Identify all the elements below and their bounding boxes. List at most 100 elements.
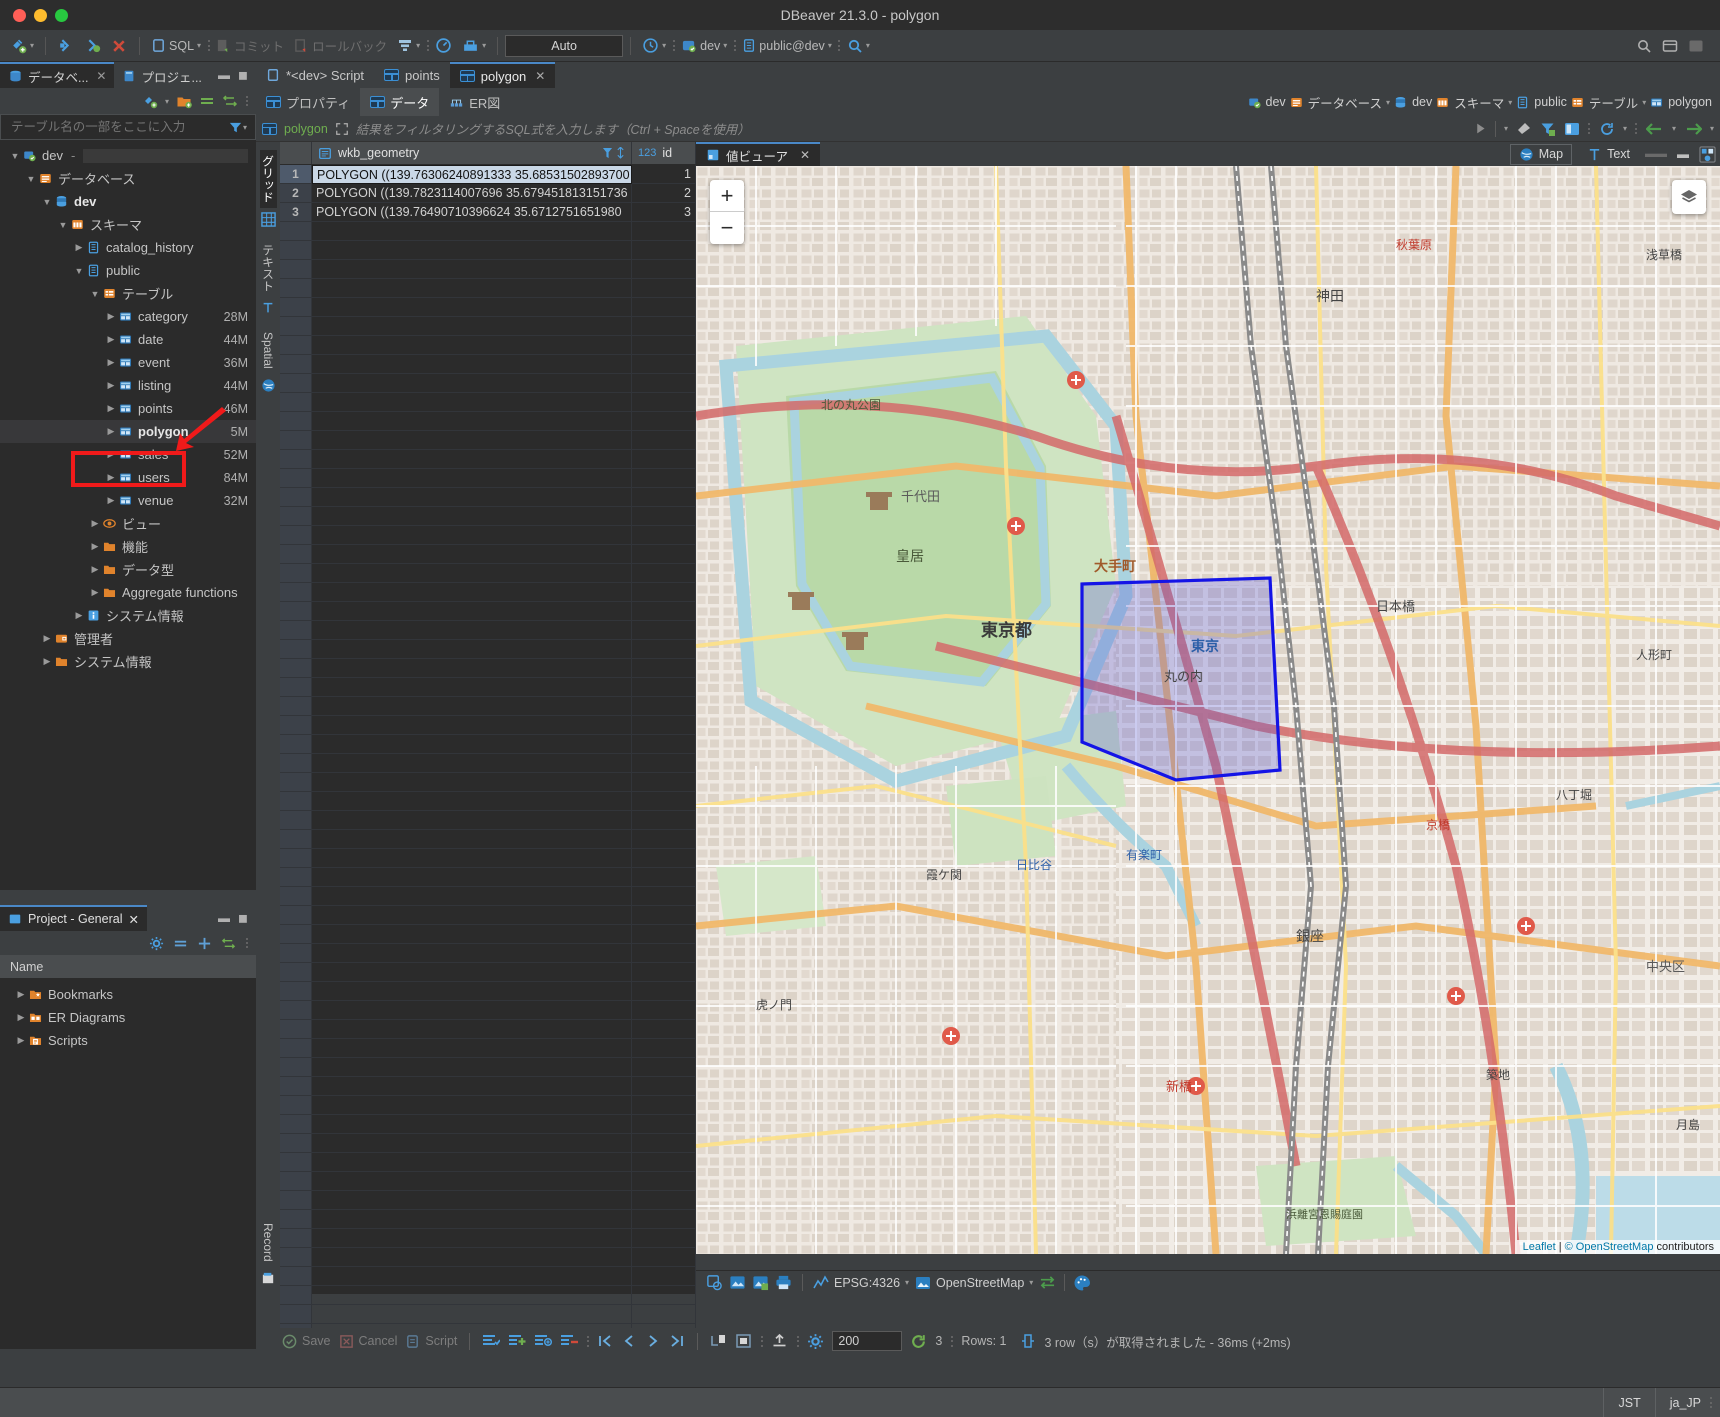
chevron-down-icon[interactable]: ▾: [30, 41, 34, 50]
breadcrumb-item-public[interactable]: public: [1515, 95, 1567, 109]
panel-layout-icon[interactable]: [1699, 145, 1716, 163]
grid-column-id[interactable]: 123 id: [632, 142, 696, 164]
search-button[interactable]: ▾: [843, 34, 874, 58]
first-page-icon[interactable]: [597, 1333, 613, 1349]
tree-item-category[interactable]: ▶ category 28M: [0, 305, 256, 328]
link-editor-icon[interactable]: [221, 936, 236, 951]
tab-points[interactable]: points: [374, 62, 450, 88]
chevron-down-icon[interactable]: ▾: [1642, 98, 1646, 107]
tree-item-event[interactable]: ▶ event 36M: [0, 351, 256, 374]
tab-polygon[interactable]: polygon ✕: [449, 62, 556, 88]
chevron-right-icon[interactable]: ▶: [104, 357, 118, 368]
expand-filter-icon[interactable]: [335, 122, 349, 136]
status-timezone[interactable]: JST: [1603, 1387, 1654, 1417]
chevron-down-icon[interactable]: ▼: [24, 174, 38, 184]
attribution-osm-link[interactable]: © OpenStreetMap: [1565, 1241, 1654, 1253]
chevron-down-icon[interactable]: ▼: [88, 289, 102, 299]
gear-icon[interactable]: [149, 936, 164, 951]
tree-item--[interactable]: ▶ 管理者: [0, 627, 256, 650]
chevron-down-icon[interactable]: ▾: [1504, 124, 1508, 133]
tab-project-general[interactable]: Project - General ✕: [0, 905, 147, 931]
chevron-down-icon[interactable]: ▾: [828, 41, 832, 50]
new-folder-icon[interactable]: [176, 93, 192, 109]
copy-image-icon[interactable]: [706, 1274, 723, 1291]
tree-item-dev[interactable]: ▼ dev: [0, 190, 256, 213]
breadcrumb-item-dev[interactable]: dev: [1247, 95, 1286, 109]
chevron-down-icon[interactable]: ▾: [1029, 1278, 1033, 1287]
tree-item-venue[interactable]: ▶ venue 32M: [0, 489, 256, 512]
tree-item--[interactable]: ▶ 機能: [0, 535, 256, 558]
close-icon[interactable]: ✕: [800, 148, 810, 162]
table-row[interactable]: 1 POLYGON ((139.76306240891333 35.6853150…: [280, 165, 696, 184]
chevron-right-icon[interactable]: ▶: [88, 541, 102, 552]
last-page-icon[interactable]: [669, 1333, 685, 1349]
close-icon[interactable]: ✕: [535, 69, 545, 83]
status-resize-handle[interactable]: [1709, 1388, 1720, 1417]
eraser-icon[interactable]: [1516, 121, 1532, 137]
filter-icon[interactable]: [228, 120, 243, 135]
previous-page-icon[interactable]: [621, 1333, 637, 1349]
save-button[interactable]: Save: [282, 1334, 331, 1349]
auto-commit-selector[interactable]: Auto: [505, 34, 624, 57]
presentation-tab-grid[interactable]: グリッド: [259, 150, 277, 208]
project-item-bookmarks[interactable]: ▶ Bookmarks: [0, 983, 256, 1006]
perspective-db-icon[interactable]: [1662, 38, 1678, 54]
filter-save-icon[interactable]: [1540, 121, 1556, 137]
status-locale[interactable]: ja_JP: [1654, 1387, 1709, 1417]
arrow-left-icon[interactable]: [1645, 122, 1664, 136]
chevron-right-icon[interactable]: ▶: [14, 1035, 28, 1046]
tree-item-catalog_history[interactable]: ▶ catalog_history: [0, 236, 256, 259]
tree-item--[interactable]: ▶ ビュー: [0, 512, 256, 535]
tree-item--[interactable]: ▼ スキーマ: [0, 213, 256, 236]
fetch-size-input[interactable]: 200: [832, 1331, 903, 1351]
chevron-right-icon[interactable]: ▶: [104, 495, 118, 506]
grid-column-sort-icons[interactable]: [602, 146, 625, 160]
cell-wkb-geometry[interactable]: POLYGON ((139.76490710396624 35.67127516…: [312, 203, 632, 222]
tree-item--[interactable]: ▼ テーブル: [0, 282, 256, 305]
tree-item-date[interactable]: ▶ date 44M: [0, 328, 256, 351]
row-number[interactable]: 1: [280, 165, 312, 184]
tree-item-aggregate-functions[interactable]: ▶ Aggregate functions: [0, 581, 256, 604]
refresh-icon[interactable]: [910, 1333, 927, 1350]
tree-item-users[interactable]: ▶ users 84M: [0, 466, 256, 489]
maximize-icon[interactable]: ◼: [238, 68, 248, 82]
disconnect-button[interactable]: [107, 34, 132, 58]
palette-icon[interactable]: [1073, 1274, 1091, 1292]
tab-database-navigator[interactable]: データベ... ✕: [0, 62, 115, 88]
tab-projects[interactable]: プロジェ...: [114, 62, 210, 88]
link-editor-icon[interactable]: [222, 93, 238, 109]
active-schema-selector[interactable]: public@dev ▾: [738, 34, 836, 58]
new-connection-icon[interactable]: [142, 93, 158, 109]
filter-input-placeholder[interactable]: 結果をフィルタリングするSQL式を入力します（Ctrl + Spaceを使用）: [356, 119, 750, 138]
attribution-leaflet-link[interactable]: Leaflet: [1523, 1241, 1556, 1253]
subtab-properties[interactable]: プロパティ: [256, 88, 360, 116]
chevron-down-icon[interactable]: ▾: [1672, 124, 1676, 133]
chevron-right-icon[interactable]: ▶: [104, 449, 118, 460]
fetch-all-icon[interactable]: [735, 1333, 752, 1349]
refresh-connection-button[interactable]: [80, 34, 105, 58]
presentation-tab-spatial[interactable]: Spatial: [261, 327, 275, 374]
next-page-icon[interactable]: [645, 1333, 661, 1349]
connect-button[interactable]: [53, 34, 78, 58]
breadcrumb-item--[interactable]: スキーマ ▾: [1435, 93, 1512, 112]
collapse-all-icon[interactable]: [173, 936, 188, 951]
chevron-down-icon[interactable]: ▾: [197, 41, 201, 50]
delete-row-icon[interactable]: [560, 1333, 579, 1349]
execute-filter-icon[interactable]: [1474, 122, 1487, 135]
cell-wkb-geometry[interactable]: POLYGON ((139.7823114007696 35.679451813…: [312, 184, 632, 203]
breadcrumb-item-dev[interactable]: dev: [1393, 95, 1432, 109]
chevron-down-icon[interactable]: ▾: [723, 41, 727, 50]
swap-icon[interactable]: [1039, 1275, 1056, 1290]
row-number[interactable]: 2: [280, 184, 312, 203]
panels-icon[interactable]: [1564, 121, 1580, 137]
close-icon[interactable]: ✕: [128, 912, 138, 927]
new-connection-button[interactable]: ▾: [6, 34, 38, 58]
collapse-all-icon[interactable]: [199, 93, 215, 109]
chevron-down-icon[interactable]: ▾: [482, 41, 486, 50]
db-tools-button[interactable]: ▾: [458, 34, 490, 58]
breadcrumb-item--[interactable]: データベース ▾: [1289, 93, 1390, 112]
table-row[interactable]: 3 POLYGON ((139.76490710396624 35.6712751…: [280, 203, 696, 222]
chevron-down-icon[interactable]: ▾: [866, 41, 870, 50]
expand-all-icon[interactable]: [197, 936, 212, 951]
cell-id[interactable]: 3: [632, 203, 696, 222]
